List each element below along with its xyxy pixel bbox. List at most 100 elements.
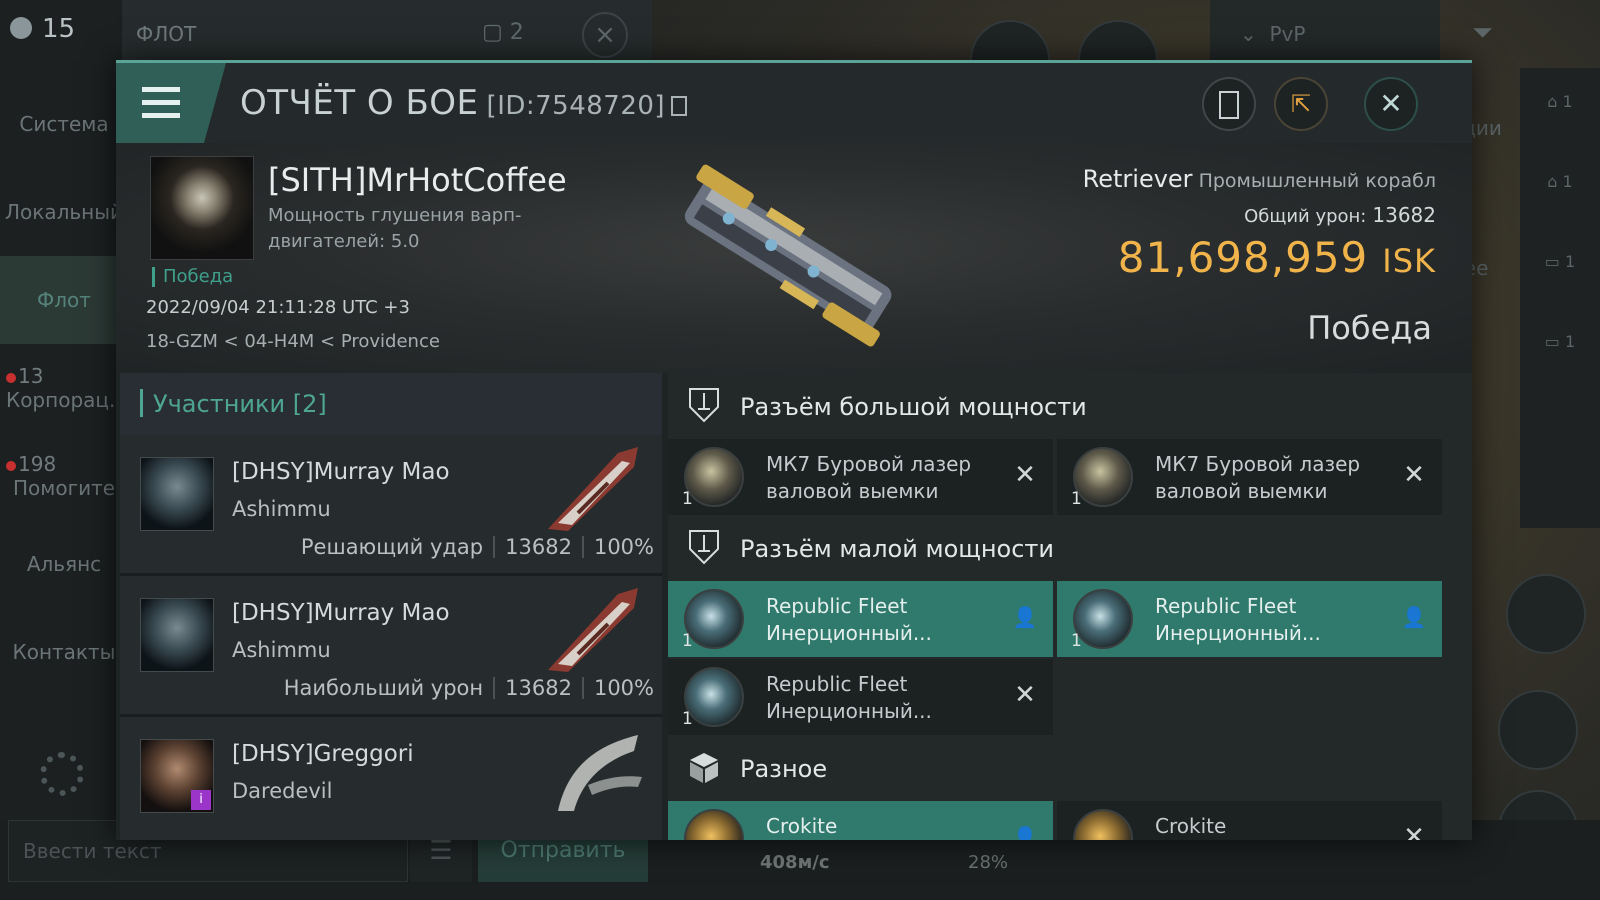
dropped-person-icon: 👤 [1012,825,1038,840]
ship-type: Retriever [1082,165,1193,193]
victim-avatar[interactable] [150,156,254,260]
mining-laser-icon [684,447,744,507]
hamburger-icon [142,87,180,92]
participant-row[interactable]: i [DHSY]Greggori Daredevil [120,717,662,840]
participant-stats: Решающий удар 13682 100% [301,535,654,559]
nav-system[interactable]: Система [0,80,128,168]
close-icon: ✕ [1379,87,1403,120]
person-icon [10,17,32,39]
hamburger-icon-line [142,113,180,118]
gear-icon[interactable] [40,752,84,796]
channel-nav: Система Локальный Флот 13 Корпорац.. 198… [0,80,128,696]
module-button[interactable] [1498,690,1578,770]
high-slot-grid: 1 МК7 Буровой лазер валовой выемки ✕ 1 М… [668,439,1472,515]
ship-image [684,164,892,347]
pilot-count-value: 15 [42,14,76,44]
inertial-stabilizer-icon [684,667,744,727]
ship-class: Промышленный корабл [1198,170,1436,192]
total-damage-label: Общий урон: [1244,206,1367,227]
help-label: Помогите [12,476,116,500]
participant-ship-image [548,447,638,531]
nav-alliance[interactable]: Альянс [0,520,128,608]
fittings-panel: Разъём большой мощности 1 МК7 Буровой ла… [668,373,1472,840]
right-item[interactable]: ⌂ 1 [1520,68,1600,148]
high-slot-title: Разъём большой мощности [740,393,1087,421]
pvp-filter[interactable]: ⌄ PvP ⏷ [1210,0,1493,68]
module-cell[interactable]: 1 МК7 Буровой лазер валовой выемки ✕ [1057,439,1442,515]
right-item[interactable]: ▭ 1 [1520,308,1600,388]
mining-laser-icon [1073,447,1133,507]
module-cell[interactable]: 1 МК7 Буровой лазер валовой выемки ✕ [668,439,1053,515]
module-cell[interactable]: Crokite ✕ [1057,801,1442,840]
menu-button[interactable] [116,63,226,143]
participant-name: [DHSY]Murray Mao [232,600,450,626]
module-qty: 1 [1071,631,1082,651]
nav-contacts[interactable]: Контакты [0,608,128,696]
pilot-counter[interactable]: 15 [10,14,75,44]
participant-row[interactable]: [DHSY]Murray Mao Ashimmu Решающий удар 13… [120,435,662,576]
participant-damage: 13682 [505,676,572,700]
nav-fleet[interactable]: Флот [0,256,128,344]
destroyed-icon: ✕ [1014,460,1036,490]
participant-ship: Ashimmu [232,497,331,521]
right-item[interactable]: ▭ 1 [1520,228,1600,308]
share-button[interactable]: ⇱ [1274,77,1328,131]
help-badge: 198 [18,452,57,476]
low-slot-icon [689,530,719,565]
ore-icon [684,809,744,840]
swap-button[interactable] [1506,574,1586,654]
module-cell[interactable]: Crokite 👤 [668,801,1053,840]
inertial-stabilizer-icon [1073,589,1133,649]
module-name: Republic Fleet Инерционный... [766,672,932,723]
warp-strength: Мощность глушения варп-двигателей: 5.0 [268,205,522,252]
close-button[interactable]: ✕ [1364,77,1418,131]
module-qty: 1 [682,631,693,651]
details-button[interactable] [1202,77,1256,131]
right-item[interactable]: ⌂ 1 [1520,148,1600,228]
copy-icon[interactable] [671,96,688,116]
notification-dot-icon [6,373,16,383]
cargo-box-icon [690,753,718,783]
high-slot-header: Разъём большой мощности [668,373,1472,439]
module-cell[interactable]: 1 Republic Fleet Инерционный... 👤 [668,581,1053,657]
participant-row[interactable]: [DHSY]Murray Mao Ashimmu Наибольший урон… [120,576,662,717]
participant-role: Решающий удар [300,535,484,559]
fleet-member-count: ▢ 2 [482,20,524,45]
victim-name[interactable]: [SITH]MrHotCoffee [268,161,567,199]
participant-percent: 100% [593,676,654,700]
header-accent [140,389,143,417]
battle-location: 18-GZM < 04-H4M < Providence [146,331,440,352]
fleet-tab-label[interactable]: ФЛОТ [136,22,196,46]
destroyed-icon: ✕ [1014,680,1036,710]
module-name: Republic Fleet Инерционный... [1155,594,1321,645]
modal-header: ОТЧЁТ О БОЕ [ID:7548720] ⇱ ✕ [116,63,1472,143]
module-cell[interactable]: 1 Republic Fleet Инерционный... 👤 [1057,581,1442,657]
filter-icon[interactable]: ⏷ [1472,18,1493,49]
corp-label: Корпорац.. [6,388,122,412]
dropped-person-icon: 👤 [1012,605,1038,629]
victim-status: Победа [152,267,233,287]
nav-local[interactable]: Локальный [0,168,128,256]
nav-corp[interactable]: 13 Корпорац.. [0,344,128,432]
isk-amount: 81,698,959 [1117,233,1369,282]
module-name: Crokite [766,814,838,838]
inertial-stabilizer-icon [684,589,744,649]
nav-help[interactable]: 198 Помогите [0,432,128,520]
module-name: Republic Fleet Инерционный... [766,594,932,645]
divider [581,677,584,699]
module-cell[interactable]: 1 Republic Fleet Инерционный... ✕ [668,659,1053,735]
participant-ship-image [558,735,642,811]
participant-percent: 100% [593,535,654,559]
participant-role: Наибольший урон [283,676,484,700]
module-qty: 1 [682,489,693,509]
notification-dot-icon [6,461,16,471]
participant-name: [DHSY]Greggori [232,741,414,767]
total-damage: Общий урон: 13682 [1244,203,1436,227]
fleet-panel-header: ФЛОТ ▢ 2 × [122,0,652,68]
misc-header: Разное [668,735,1472,801]
total-damage-value: 13682 [1372,203,1436,227]
battle-datetime: 2022/09/04 21:11:28 UTC +3 [146,297,410,318]
module-name: Crokite [1155,814,1227,838]
fleet-close-icon[interactable]: × [582,12,628,58]
misc-title: Разное [740,755,828,783]
